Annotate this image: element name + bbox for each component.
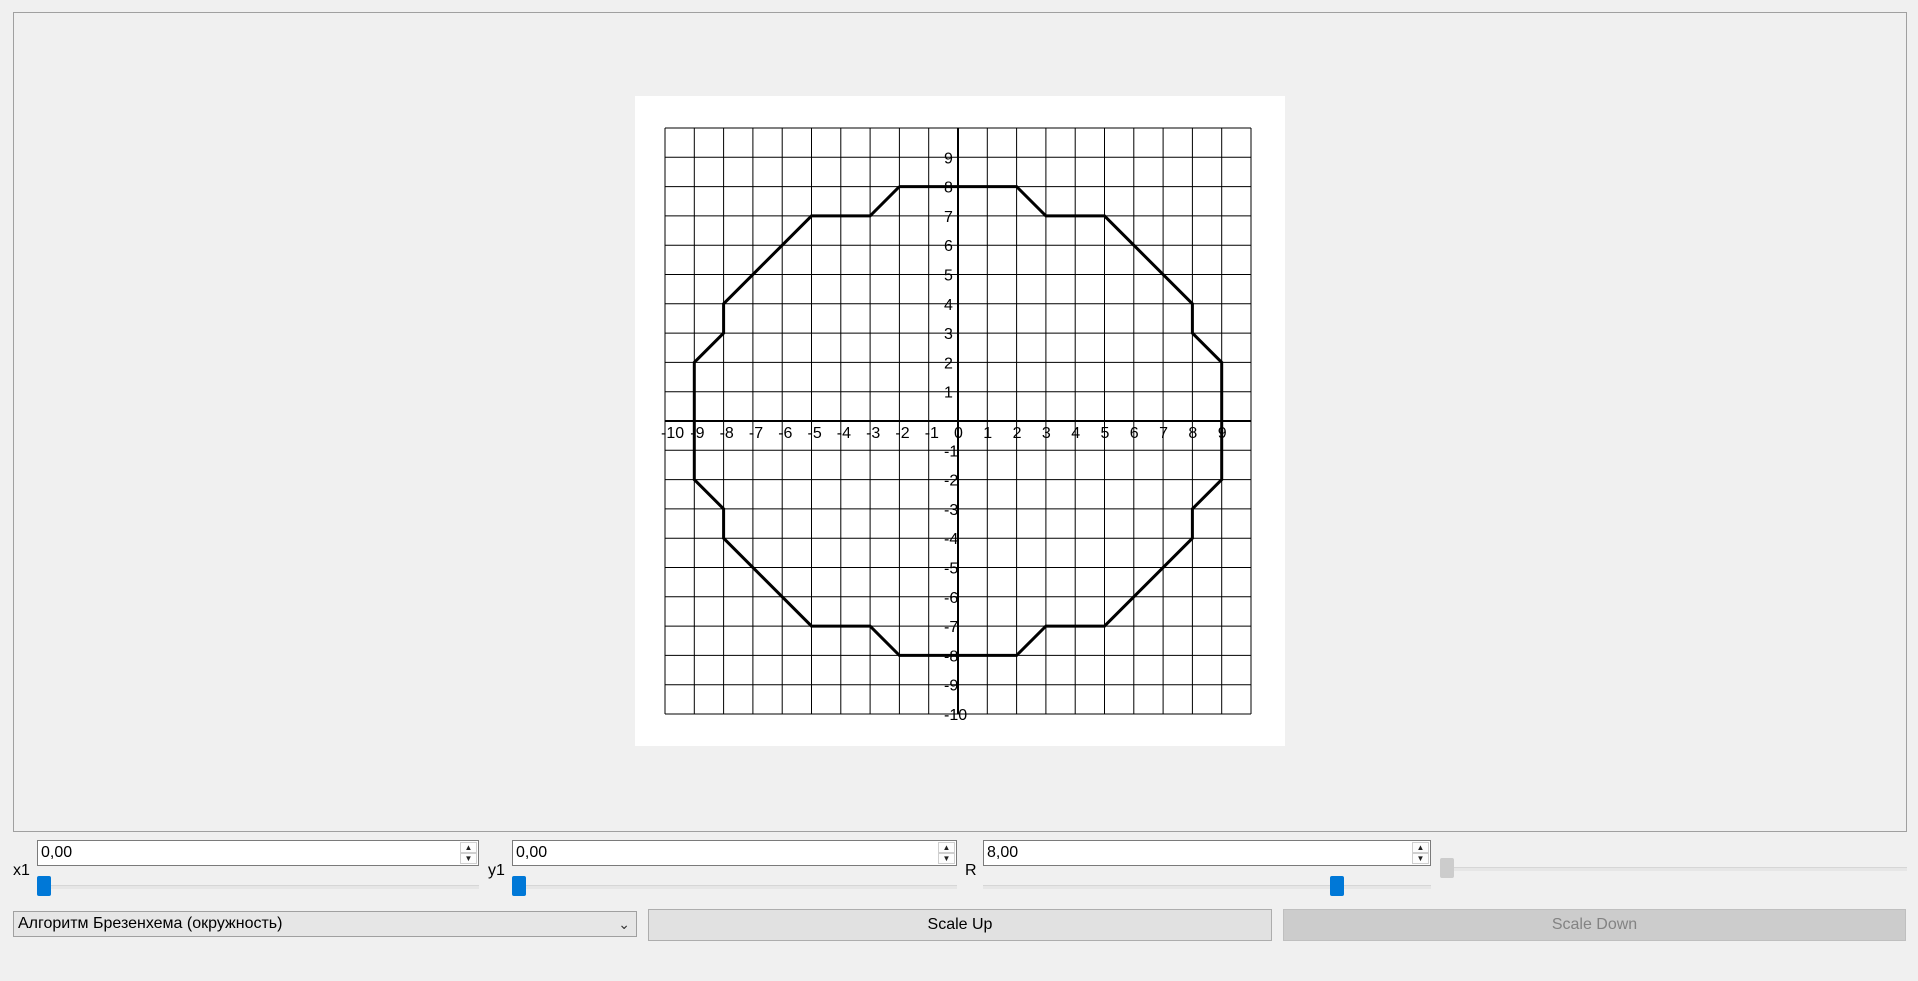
r-input[interactable] (984, 841, 1410, 865)
r-slider-handle[interactable] (1330, 876, 1345, 896)
r-slider[interactable] (983, 875, 1431, 897)
x-tick-label: -4 (837, 425, 851, 442)
algorithm-selected-value: Алгоритм Брезенхема (окружность) (18, 915, 283, 932)
x1-spin-buttons: ▲ ▼ (460, 842, 477, 864)
y-tick-label: -4 (944, 531, 958, 548)
plot-canvas: -10 -9 -8 -7 -6 -5 -4 -3 -2 -1 0 1 2 3 4 5 6 7 8 9 9 8 7 6 5 4 3 2 1… (635, 96, 1285, 746)
r-spin-buttons: ▲ ▼ (1412, 842, 1429, 864)
extra-slider-handle[interactable] (1440, 858, 1454, 878)
y-tick-label: -1 (944, 443, 958, 460)
r-slider-track (983, 885, 1431, 889)
y-tick-label: 7 (944, 209, 953, 226)
y-tick-label: -5 (944, 561, 958, 578)
y1-increment-icon[interactable]: ▲ (938, 842, 955, 853)
r-decrement-icon[interactable]: ▼ (1412, 853, 1429, 864)
y1-spin-buttons: ▲ ▼ (938, 842, 955, 864)
x-tick-label: -1 (925, 425, 939, 442)
r-label: R (965, 862, 977, 879)
x-tick-label: -9 (690, 425, 704, 442)
y-tick-label: 1 (944, 385, 953, 402)
x-tick-label: 5 (1101, 425, 1110, 442)
y1-slider-track (512, 885, 957, 889)
x-tick-label: -6 (778, 425, 792, 442)
y-tick-label: -2 (944, 473, 958, 490)
y-tick-label: -7 (944, 619, 958, 636)
algorithm-select[interactable]: Алгоритм Брезенхема (окружность) ⌄ (13, 911, 637, 937)
y-tick-label: 3 (944, 326, 953, 343)
x1-spinbox[interactable]: ▲ ▼ (37, 840, 479, 866)
x-tick-label: 6 (1130, 425, 1139, 442)
y1-label: y1 (488, 862, 505, 879)
x-tick-label: -10 (661, 425, 684, 442)
x1-input[interactable] (38, 841, 458, 865)
extra-slider[interactable] (1440, 857, 1907, 879)
y-tick-label: 2 (944, 355, 953, 372)
chevron-down-icon: ⌄ (618, 916, 630, 932)
y1-decrement-icon[interactable]: ▼ (938, 853, 955, 864)
y1-slider-handle[interactable] (512, 876, 526, 896)
scale-down-button[interactable]: Scale Down (1283, 909, 1906, 941)
y-tick-label: -10 (944, 707, 967, 724)
x1-slider-handle[interactable] (37, 876, 51, 896)
y-tick-label: -6 (944, 590, 958, 607)
r-spinbox[interactable]: ▲ ▼ (983, 840, 1431, 866)
coordinate-grid-plot: -10 -9 -8 -7 -6 -5 -4 -3 -2 -1 0 1 2 3 4 5 6 7 8 9987654321… (661, 127, 1252, 724)
x-tick-label: 0 (954, 425, 963, 442)
x-tick-label: 8 (1188, 425, 1197, 442)
y-tick-label: -9 (944, 678, 958, 695)
y1-spinbox[interactable]: ▲ ▼ (512, 840, 957, 866)
scale-up-button[interactable]: Scale Up (648, 909, 1272, 941)
y1-input[interactable] (513, 841, 936, 865)
x-tick-label: 1 (983, 425, 992, 442)
x-tick-label: -3 (866, 425, 880, 442)
y-tick-label: 9 (944, 150, 953, 167)
x-tick-label: 2 (1013, 425, 1022, 442)
x1-slider[interactable] (37, 875, 479, 897)
x-tick-label: 7 (1159, 425, 1168, 442)
y-tick-label: 4 (944, 297, 953, 314)
y-tick-label: -3 (944, 502, 958, 519)
y-tick-label: 8 (944, 180, 953, 197)
x-tick-label: -5 (808, 425, 822, 442)
x1-slider-track (37, 885, 479, 889)
r-increment-icon[interactable]: ▲ (1412, 842, 1429, 853)
x-tick-label: -7 (749, 425, 763, 442)
x-tick-label: -8 (720, 425, 734, 442)
x-tick-label: 3 (1042, 425, 1051, 442)
y-tick-label: 5 (944, 268, 953, 285)
extra-slider-track (1440, 867, 1907, 871)
x1-label: x1 (13, 862, 30, 879)
y-tick-label: 6 (944, 238, 953, 255)
x1-increment-icon[interactable]: ▲ (460, 842, 477, 853)
x1-decrement-icon[interactable]: ▼ (460, 853, 477, 864)
y1-slider[interactable] (512, 875, 957, 897)
x-tick-label: 4 (1071, 425, 1080, 442)
x-tick-label: -2 (895, 425, 909, 442)
